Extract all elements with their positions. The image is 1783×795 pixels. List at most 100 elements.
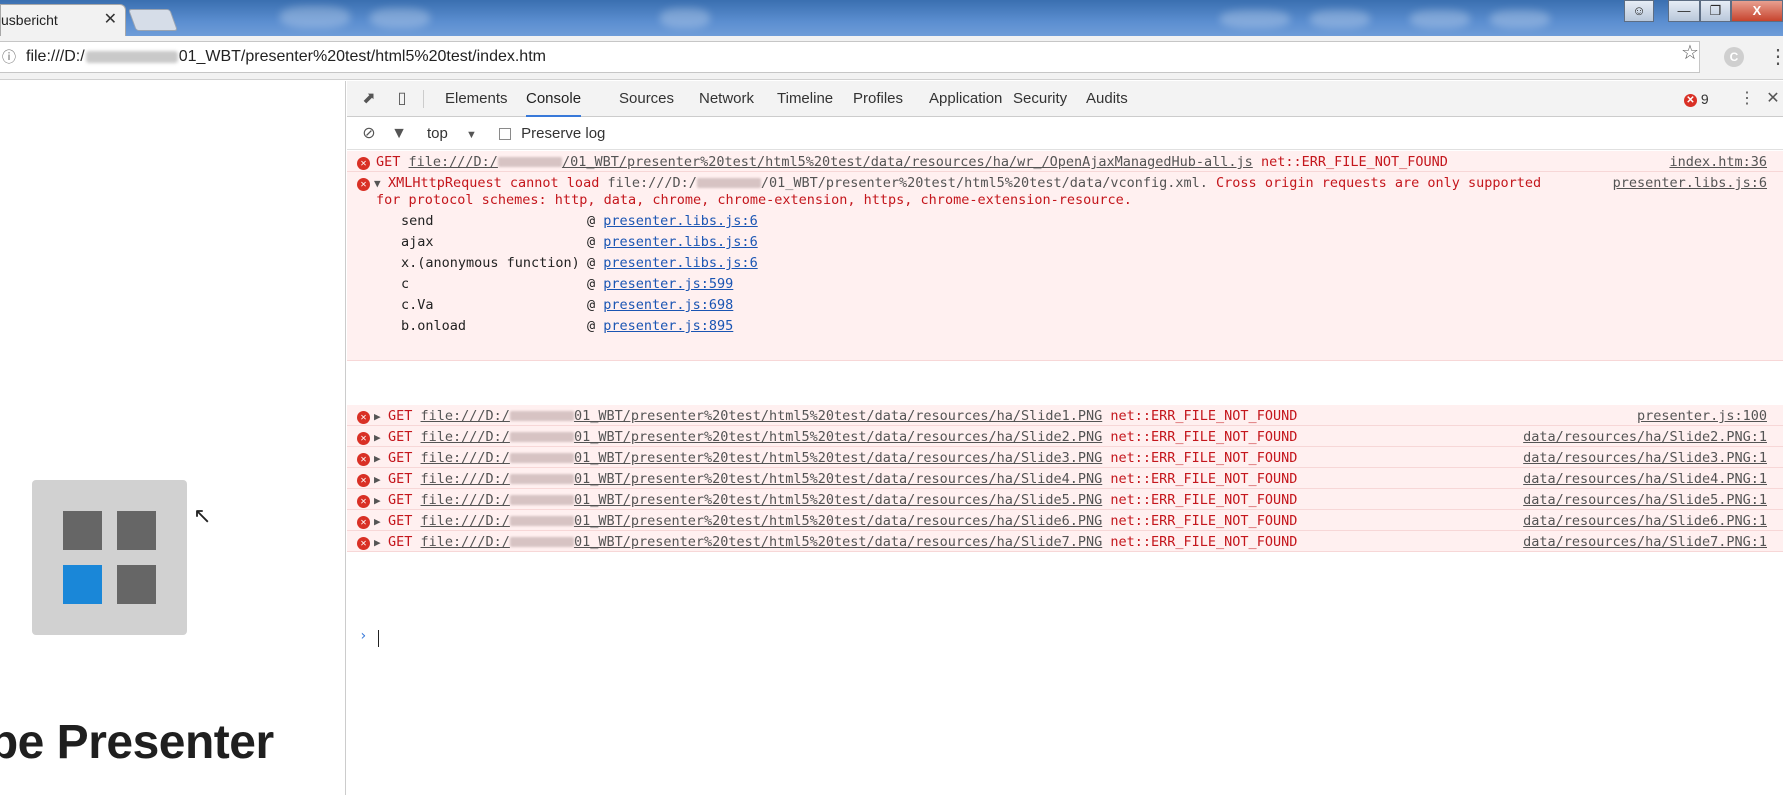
inspect-element-icon[interactable]: ⬈ [359, 89, 379, 109]
source-link[interactable]: presenter.libs.js:6 [1613, 175, 1767, 191]
url-suffix: 01_WBT/presenter%20test/html5%20test/ind… [178, 48, 546, 65]
source-link[interactable]: data/resources/ha/Slide3.PNG:1 [1523, 450, 1767, 466]
extension-icon[interactable]: C [1724, 47, 1744, 67]
request-method: GET [388, 471, 413, 487]
error-icon: ✕ [357, 157, 370, 170]
logo-tile [117, 565, 156, 604]
console-message: ✕ ▶ GET file:///D:/ 01_WBT/presenter%20te… [347, 405, 1783, 426]
source-link[interactable]: data/resources/ha/Slide6.PNG:1 [1523, 513, 1767, 529]
minimize-button[interactable]: — [1668, 0, 1700, 22]
url-prefix: file:///D:/ [420, 534, 510, 550]
request-url[interactable]: file:///D:/ 01_WBT/presenter%20test/html5… [421, 471, 1103, 487]
request-url[interactable]: file:///D:/ 01_WBT/presenter%20test/html5… [421, 450, 1103, 466]
stack-function: c.Va [401, 297, 434, 313]
expand-triangle-icon[interactable]: ▶ [374, 452, 381, 465]
stack-function: b.onload [401, 318, 467, 334]
redacted-path [509, 432, 574, 442]
url-suffix: /01_WBT/presenter%20test/html5%20test/da… [561, 154, 1253, 170]
error-count: 9 [1700, 91, 1709, 107]
redacted-path [509, 537, 574, 547]
request-url[interactable]: file:///D:/ 01_WBT/presenter%20test/html5… [421, 408, 1103, 424]
xhr-message: XMLHttpRequest cannot load [388, 175, 600, 191]
checkbox-box[interactable] [499, 128, 511, 141]
console-message: ✕ ▶ GET file:///D:/ 01_WBT/presenter%20te… [347, 489, 1783, 510]
tab-timeline[interactable]: Timeline [777, 81, 833, 117]
collapse-triangle-icon[interactable]: ▼ [374, 177, 381, 190]
tab-application[interactable]: Application [929, 81, 1002, 117]
stack-link[interactable]: presenter.js:599 [603, 276, 733, 292]
preserve-log-checkbox[interactable]: Preserve log [499, 124, 605, 144]
error-text: net::ERR_FILE_NOT_FOUND [1110, 492, 1298, 508]
context-selector[interactable]: top ▼ [427, 124, 477, 145]
url-prefix: file:///D:/ [420, 450, 510, 466]
stack-link[interactable]: presenter.js:698 [603, 297, 733, 313]
request-url[interactable]: file:///D:/ /01_WBT/presenter%20test/html… [409, 154, 1253, 170]
expand-triangle-icon[interactable]: ▶ [374, 515, 381, 528]
source-link[interactable]: index.htm:36 [1669, 154, 1767, 170]
clear-console-icon[interactable]: ⊘ [359, 124, 379, 144]
browser-tab-active[interactable]: usbericht ✕ [0, 4, 126, 36]
restore-button[interactable]: ❐ [1700, 0, 1731, 22]
expand-triangle-icon[interactable]: ▶ [374, 410, 381, 423]
stack-link[interactable]: presenter.libs.js:6 [603, 255, 757, 271]
source-link[interactable]: presenter.js:100 [1637, 408, 1767, 424]
request-url[interactable]: file:///D:/ 01_WBT/presenter%20test/html5… [421, 429, 1103, 445]
request-url[interactable]: file:///D:/ 01_WBT/presenter%20test/html5… [421, 534, 1103, 550]
expand-triangle-icon[interactable]: ▶ [374, 494, 381, 507]
logo-tile [117, 511, 156, 550]
request-url[interactable]: file:///D:/ 01_WBT/presenter%20test/html5… [421, 492, 1103, 508]
tab-audits[interactable]: Audits [1086, 81, 1128, 117]
error-text: net::ERR_FILE_NOT_FOUND [1110, 450, 1298, 466]
request-url[interactable]: file:///D:/ 01_WBT/presenter%20test/html5… [421, 513, 1103, 529]
profile-button[interactable]: ☺ [1624, 0, 1654, 22]
page-info-icon[interactable]: ⓘ [2, 42, 16, 72]
prompt-caret-icon: › [359, 628, 368, 644]
mouse-pointer-icon: ↖ [193, 503, 212, 528]
url-prefix: file:///D:/ [420, 492, 510, 508]
window-close-button[interactable]: X [1731, 0, 1783, 22]
devtools-menu-icon[interactable]: ⋮ [1737, 89, 1757, 109]
error-icon: ✕ [1684, 93, 1697, 107]
stack-link[interactable]: presenter.libs.js:6 [603, 213, 757, 229]
url-field[interactable]: ⓘ file:///D:/ 01_WBT/presenter%20test/htm… [0, 41, 1700, 73]
source-link[interactable]: data/resources/ha/Slide4.PNG:1 [1523, 471, 1767, 487]
background-blur [1410, 10, 1470, 28]
tab-sources[interactable]: Sources [619, 81, 674, 117]
url-prefix: file:///D:/ [408, 154, 498, 170]
filter-icon[interactable]: ▼ [389, 124, 409, 144]
tab-elements[interactable]: Elements [445, 81, 508, 117]
new-tab-button[interactable] [127, 9, 179, 31]
browser-tab-title: usbericht [1, 12, 58, 28]
tab-network[interactable]: Network [699, 81, 754, 117]
bookmark-star-icon[interactable]: ☆ [1681, 40, 1699, 65]
close-tab-icon[interactable]: ✕ [104, 5, 117, 35]
error-text: net::ERR_FILE_NOT_FOUND [1260, 154, 1448, 170]
error-count-badge[interactable]: ✕ 9 [1684, 89, 1709, 109]
tab-profiles[interactable]: Profiles [853, 81, 903, 117]
expand-triangle-icon[interactable]: ▶ [374, 536, 381, 549]
tab-console[interactable]: Console [526, 81, 582, 117]
source-link[interactable]: data/resources/ha/Slide7.PNG:1 [1523, 534, 1767, 550]
console-prompt[interactable]: › [347, 628, 1783, 650]
devtools-close-icon[interactable]: ✕ [1763, 89, 1783, 109]
tab-security[interactable]: Security [1013, 81, 1067, 117]
stack-link[interactable]: presenter.libs.js:6 [603, 234, 757, 250]
url-prefix: file:///D:/ [607, 175, 697, 191]
error-icon: ✕ [357, 537, 370, 550]
expand-triangle-icon[interactable]: ▶ [374, 431, 381, 444]
expand-triangle-icon[interactable]: ▶ [374, 473, 381, 486]
browser-title-bar: usbericht ✕ ☺ — ❐ X [0, 0, 1783, 36]
url-prefix: file:///D:/ [420, 513, 510, 529]
device-toolbar-icon[interactable]: ▯ [392, 89, 412, 109]
url-suffix: 01_WBT/presenter%20test/html5%20test/dat… [573, 450, 1103, 466]
browser-menu-icon[interactable]: ⋮ [1768, 44, 1783, 69]
source-link[interactable]: data/resources/ha/Slide5.PNG:1 [1523, 492, 1767, 508]
url-suffix: /01_WBT/presenter%20test/html5%20test/da… [760, 175, 1208, 191]
address-bar: ⓘ file:///D:/ 01_WBT/presenter%20test/htm… [0, 36, 1783, 80]
stack-link[interactable]: presenter.js:895 [603, 318, 733, 334]
console-message: ✕ GET file:///D:/ /01_WBT/presenter%20tes… [347, 151, 1783, 172]
url-suffix: 01_WBT/presenter%20test/html5%20test/dat… [573, 471, 1103, 487]
redacted-path [509, 453, 574, 463]
source-link[interactable]: data/resources/ha/Slide2.PNG:1 [1523, 429, 1767, 445]
console-output: ✕ GET file:///D:/ /01_WBT/presenter%20tes… [347, 151, 1783, 795]
